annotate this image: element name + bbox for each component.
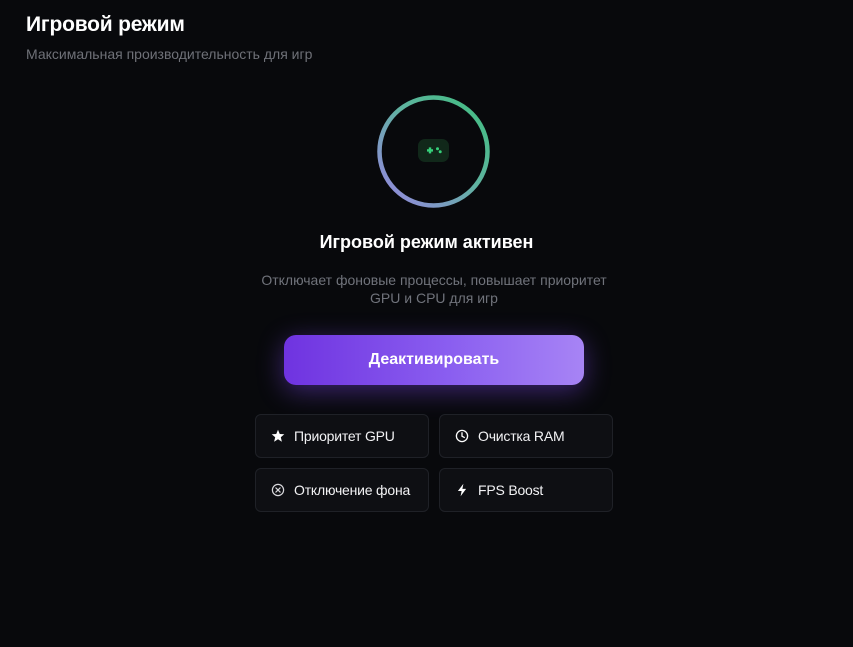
gamepad-icon — [418, 139, 449, 162]
page-subtitle: Максимальная производительность для игр — [26, 46, 313, 62]
lightning-icon — [455, 483, 469, 497]
status-description: Отключает фоновые процессы, повышает при… — [261, 272, 607, 306]
feature-gpu-priority[interactable]: Приоритет GPU — [255, 414, 429, 458]
status-title: Игровой режим активен — [319, 232, 534, 252]
feature-fps-boost[interactable]: FPS Boost — [439, 468, 613, 512]
feature-label: Очистка RAM — [478, 428, 565, 444]
deactivate-button[interactable]: Деактивировать — [284, 335, 584, 385]
feature-label: FPS Boost — [478, 482, 544, 498]
game-mode-page: Игровой режим Максимальная производитель… — [0, 0, 853, 647]
feature-label: Приоритет GPU — [294, 428, 395, 444]
feature-background-disable[interactable]: Отключение фона — [255, 468, 429, 512]
feature-label: Отключение фона — [294, 482, 411, 498]
star-icon — [271, 429, 285, 443]
clock-icon — [455, 429, 469, 443]
page-title: Игровой режим — [26, 13, 185, 36]
close-circle-icon — [271, 483, 285, 497]
feature-ram-cleanup[interactable]: Очистка RAM — [439, 414, 613, 458]
